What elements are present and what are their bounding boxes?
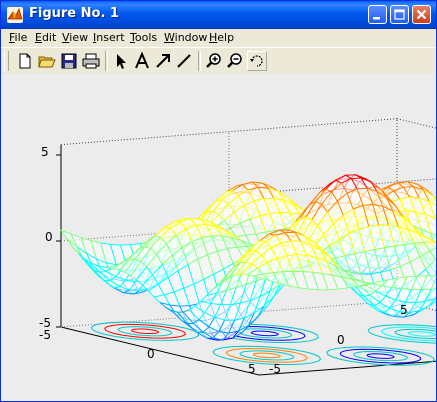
- zoom-out-button[interactable]: [225, 51, 245, 71]
- contour-line: [131, 328, 160, 335]
- surface-plot[interactable]: [1, 74, 436, 401]
- save-button[interactable]: [59, 51, 79, 71]
- print-button[interactable]: [81, 51, 101, 71]
- contour-line: [407, 331, 436, 337]
- contour-line: [250, 330, 279, 337]
- menu-tools[interactable]: Tools: [130, 31, 157, 44]
- z-tick-label-mid: 0: [45, 230, 53, 244]
- toolbar-separator: [198, 51, 201, 71]
- save-icon: [61, 53, 77, 69]
- close-button[interactable]: [412, 5, 431, 24]
- insert-arrow-button[interactable]: [153, 51, 173, 71]
- toolbar-grip[interactable]: [4, 51, 9, 71]
- rotate-3d-button[interactable]: [247, 51, 267, 71]
- close-icon: [416, 9, 427, 20]
- contour-line: [225, 348, 308, 363]
- figure-window: Figure No. 1 File Edit View Insert Tools…: [0, 0, 437, 402]
- print-icon: [82, 53, 100, 69]
- menu-edit[interactable]: Edit: [35, 31, 56, 44]
- open-file-icon: [38, 56, 56, 68]
- new-figure-icon: [19, 53, 31, 69]
- arrow-insert-icon: [156, 54, 170, 68]
- contour-line: [237, 328, 293, 339]
- menu-view[interactable]: View: [62, 31, 88, 44]
- open-file-button[interactable]: [37, 51, 57, 71]
- contour-line: [239, 350, 295, 361]
- axis-line: [60, 118, 398, 146]
- contour-line: [339, 348, 422, 364]
- x-tick-label-mid: 0: [147, 347, 155, 361]
- title-bar[interactable]: Figure No. 1: [1, 1, 436, 29]
- line-insert-icon: [177, 54, 191, 68]
- menu-file[interactable]: File: [9, 31, 27, 44]
- y-tick-label-start: -5: [269, 362, 281, 376]
- menu-help[interactable]: Help: [209, 31, 234, 44]
- y-tick-label-mid: 0: [337, 333, 345, 347]
- contour-line: [252, 352, 281, 359]
- x-tick-label-end: 5: [248, 362, 256, 376]
- maximize-button[interactable]: [390, 5, 409, 24]
- text-insert-icon: [135, 51, 149, 69]
- rotate-3d-icon: [250, 55, 263, 67]
- matlab-app-icon: [7, 7, 23, 23]
- contour-line: [394, 328, 436, 339]
- toolbar: [1, 47, 436, 75]
- axis-line: [396, 118, 436, 129]
- surface-mesh: [59, 174, 436, 341]
- minimize-icon: [373, 17, 380, 20]
- contour-line: [366, 353, 395, 359]
- contour-line: [104, 323, 186, 339]
- menu-window[interactable]: Window: [164, 31, 207, 44]
- menu-insert[interactable]: Insert: [93, 31, 125, 44]
- insert-line-button[interactable]: [174, 51, 194, 71]
- contour-floor: [90, 321, 436, 366]
- select-button[interactable]: [111, 51, 131, 71]
- toolbar-separator: [105, 51, 108, 71]
- select-arrow-icon: [117, 54, 126, 69]
- zoom-in-button[interactable]: [204, 51, 224, 71]
- contour-line: [117, 326, 173, 337]
- insert-text-button[interactable]: [132, 51, 152, 71]
- zoom-out-icon: [227, 53, 242, 68]
- new-figure-button[interactable]: [15, 51, 35, 71]
- maximize-icon: [394, 9, 405, 20]
- zoom-in-icon: [206, 53, 221, 68]
- y-tick-label-end: 5: [400, 303, 408, 317]
- figure-canvas[interactable]: 5 0 -5 -5 0 5 -5 0 5: [1, 74, 436, 401]
- contour-line: [353, 351, 408, 362]
- window-title: Figure No. 1: [29, 6, 119, 21]
- menu-bar: File Edit View Insert Tools Window Help: [1, 29, 436, 47]
- minimize-button[interactable]: [368, 5, 387, 24]
- z-tick-label-top: 5: [41, 145, 49, 159]
- axis-ticks: [56, 154, 61, 328]
- x-tick-label-start: -5: [39, 328, 51, 342]
